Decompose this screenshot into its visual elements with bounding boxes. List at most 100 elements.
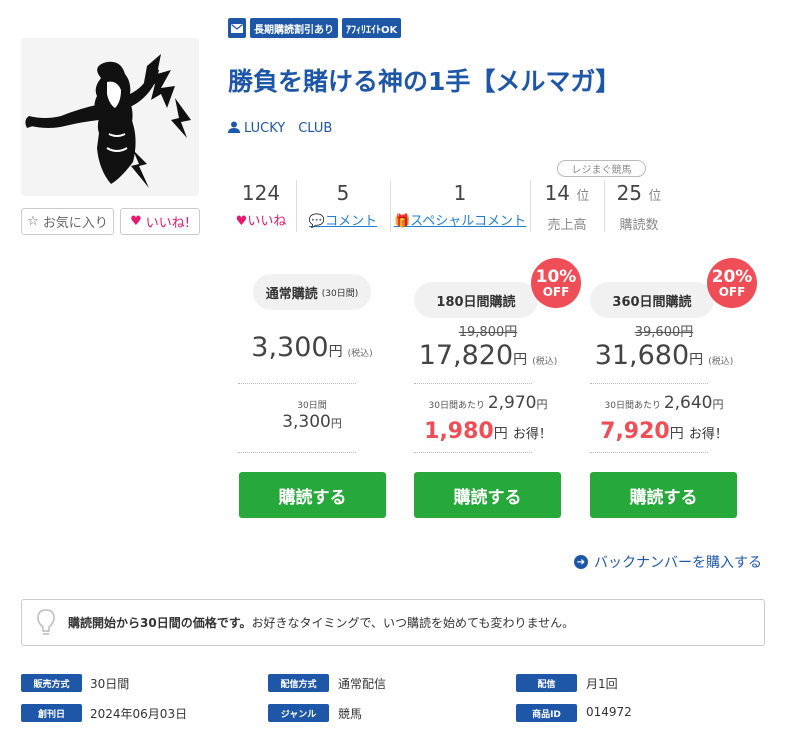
- plan-standard-price: 3,300円 (税込): [238, 332, 386, 363]
- sales-rank-stat: 14 位 売上高: [534, 180, 600, 233]
- comments-count: 5: [336, 181, 350, 205]
- gift-icon: 🎁: [393, 214, 411, 229]
- badge-row: 長期購読割引あり ｱﾌｨﾘｴｲﾄOK: [228, 18, 402, 38]
- plan-180-savings: 1,980円 お得！: [414, 419, 562, 444]
- subs-rank-stat: 25 位 購読数: [608, 180, 670, 233]
- per-label: 30日間あたり: [604, 401, 661, 411]
- per-value: 2,970: [487, 393, 537, 413]
- product-id-value: 014972: [586, 705, 632, 719]
- divider: [604, 180, 605, 232]
- frequency-label: 配信: [516, 674, 577, 692]
- plan-360-price: 31,680円 (税込): [590, 340, 738, 371]
- subscribe-360-button[interactable]: 購読する: [590, 472, 737, 518]
- plan-180-price: 17,820円 (税込): [414, 340, 562, 371]
- divider: [414, 452, 532, 453]
- discount-badge-20: 20% OFF: [707, 258, 757, 308]
- product-id-label: 商品ID: [516, 704, 577, 722]
- special-comments-count: 1: [453, 181, 467, 205]
- save-text: お得！: [512, 427, 552, 442]
- plan-name: 360日間購読: [612, 294, 692, 310]
- price-yen: 円: [328, 344, 343, 360]
- zeus-illustration: [25, 54, 191, 188]
- product-image: [21, 38, 199, 196]
- likes-stat: 124 ♥いいね: [228, 180, 294, 232]
- price-yen: 円: [689, 352, 704, 368]
- page-title: 勝負を賭ける神の1手【メルマガ】: [228, 67, 621, 96]
- save-value: 7,920: [600, 419, 670, 444]
- special-comments-label: スペシャルコメント: [410, 214, 527, 229]
- back-numbers-label: バックナンバーを購入する: [594, 555, 762, 571]
- favorite-label: お気に入り: [42, 216, 108, 231]
- user-icon: [228, 121, 240, 133]
- plan-header: 360日間購読: [590, 282, 714, 318]
- plan-period: (30日間): [321, 288, 359, 299]
- plan-header: 通常購読 (30日間): [253, 274, 371, 310]
- price-value: 31,680: [594, 340, 690, 371]
- frequency-value: 月1回: [586, 677, 618, 691]
- save-yen: 円: [493, 426, 508, 442]
- sale-type-label: 販売方式: [21, 674, 82, 692]
- divider: [390, 180, 391, 232]
- price-yen: 円: [513, 352, 528, 368]
- save-value: 1,980: [424, 419, 494, 444]
- sale-type-value: 30日間: [90, 677, 130, 691]
- discount-percent: 20%: [711, 266, 753, 287]
- launch-value: 2024年06月03日: [90, 707, 188, 721]
- favorite-button[interactable]: ☆ お気に入り: [21, 208, 114, 235]
- plan-360-per: 30日間あたり 2,640円: [590, 393, 738, 413]
- divider: [414, 383, 532, 384]
- lightbulb-icon: [37, 609, 55, 641]
- subs-rank-label: 購読数: [619, 218, 659, 233]
- mail-icon: [228, 18, 246, 38]
- special-comments-stat[interactable]: 1 🎁スペシャルコメント: [392, 180, 528, 232]
- save-yen: 円: [669, 426, 684, 442]
- launch-label: 創刊日: [21, 704, 82, 722]
- divider: [238, 383, 356, 384]
- discount-percent: 10%: [535, 266, 577, 287]
- plan-360-savings: 7,920円 お得！: [590, 419, 738, 444]
- comments-stat[interactable]: 5 💬コメント: [298, 180, 388, 232]
- discount-badge-10: 10% OFF: [531, 258, 581, 308]
- arrow-right-icon: ➜: [574, 555, 588, 569]
- notice-text: お好きなタイミングで、いつ購読を始めても変わりません。: [251, 616, 575, 630]
- subscribe-180-button[interactable]: 購読する: [414, 472, 561, 518]
- subscribe-standard-button[interactable]: 購読する: [239, 472, 386, 518]
- heart-icon: ♥: [235, 214, 248, 229]
- per-value: 3,300: [282, 412, 331, 432]
- per-yen: 円: [536, 398, 548, 411]
- plan-header: 180日間購読: [414, 282, 538, 318]
- sales-rank-value: 14: [544, 181, 571, 205]
- likes-count: 124: [241, 181, 281, 205]
- author-name: LUCKY CLUB: [244, 121, 333, 136]
- original-price: 19,800円: [458, 325, 518, 340]
- original-price: 39,600円: [634, 325, 694, 340]
- back-numbers-link[interactable]: ➜ バックナンバーを購入する: [574, 552, 762, 572]
- genre-label: ジャンル: [268, 704, 329, 722]
- price-tax: (税込): [532, 357, 558, 367]
- per-yen: 円: [712, 398, 724, 411]
- author-link[interactable]: LUCKY CLUB: [228, 117, 332, 136]
- plan-name: 通常購読: [265, 286, 318, 302]
- save-text: お得！: [688, 427, 728, 442]
- like-button[interactable]: ♥ いいね!: [120, 208, 200, 235]
- heart-icon: ♥: [130, 214, 142, 229]
- delivery-type-label: 配信方式: [268, 674, 329, 692]
- divider: [590, 452, 708, 453]
- plan-standard: 通常購読 (30日間): [238, 274, 386, 310]
- sales-rank-unit: 位: [576, 189, 590, 204]
- affiliate-badge: ｱﾌｨﾘｴｲﾄOK: [342, 18, 402, 38]
- price-tax: (税込): [347, 349, 373, 359]
- likes-label: いいね: [247, 214, 287, 229]
- comment-icon: 💬: [308, 214, 326, 229]
- per-label: 30日間あたり: [428, 401, 485, 411]
- notice-bold: 購読開始から30日間の価格です。: [68, 616, 252, 630]
- divider: [590, 383, 708, 384]
- divider: [238, 452, 356, 453]
- price-notice: 購読開始から30日間の価格です。お好きなタイミングで、いつ購読を始めても変わりま…: [21, 599, 765, 646]
- sales-rank-label: 売上高: [547, 218, 587, 233]
- plan-180-per: 30日間あたり 2,970円: [414, 393, 562, 413]
- plan-standard-per-label: 30日間: [297, 401, 327, 411]
- plan-standard-per-price: 3,300円: [238, 412, 386, 432]
- price-value: 17,820: [418, 340, 514, 371]
- plan-name: 180日間購読: [436, 294, 516, 310]
